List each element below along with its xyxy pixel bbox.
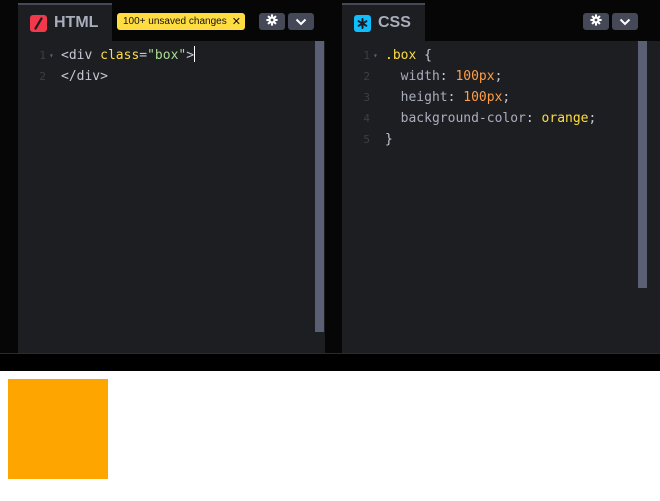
- unsaved-changes-label: 100+ unsaved changes: [123, 16, 227, 27]
- html-scrollbar[interactable]: [315, 41, 324, 332]
- css-code-editor[interactable]: 1 ▾ .box {2 width: 100px; 3 height: 100px; 4…: [342, 45, 660, 150]
- css-scrollbar[interactable]: [638, 41, 647, 288]
- tab-html[interactable]: HTML: [18, 3, 113, 41]
- code-token: class: [100, 48, 140, 63]
- preview-box: [8, 379, 108, 479]
- result-preview: [0, 371, 660, 501]
- code-token: 100px: [455, 69, 495, 84]
- code-token: height: [385, 90, 448, 105]
- code-line[interactable]: 3 height: 100px;: [342, 87, 660, 108]
- html-code-editor[interactable]: 1 ▾ <div class="box"> 2 </div>: [18, 45, 325, 87]
- code-text: </div>: [61, 66, 108, 87]
- code-token: </div>: [61, 69, 108, 84]
- code-line[interactable]: 1 ▾ <div class="box">: [18, 45, 325, 66]
- line-number: 1: [39, 49, 46, 62]
- chevron-down-icon: [619, 13, 631, 31]
- code-line[interactable]: 2 </div>: [18, 66, 325, 87]
- editor-area: HTML 100+ unsaved changes ✕ 1 ▾ <div cla…: [0, 0, 660, 371]
- code-token: {: [416, 48, 432, 63]
- css-panel-title: CSS: [378, 14, 411, 31]
- code-token: orange: [541, 111, 589, 126]
- code-line[interactable]: 2 width: 100px;: [342, 66, 660, 87]
- code-text: }: [385, 129, 393, 150]
- line-number: 5: [363, 133, 370, 146]
- unsaved-changes-badge[interactable]: 100+ unsaved changes ✕: [117, 13, 245, 30]
- gear-icon: [590, 13, 602, 31]
- line-number: 2: [363, 70, 370, 83]
- html-collapse-button[interactable]: [288, 13, 314, 30]
- fold-arrow-icon[interactable]: ▾: [49, 45, 54, 66]
- code-token: <div: [61, 48, 101, 63]
- code-token: }: [385, 132, 393, 147]
- code-token: >: [186, 48, 195, 63]
- code-token: width: [385, 69, 440, 84]
- line-number: 2: [39, 70, 46, 83]
- code-token: =: [139, 48, 148, 63]
- left-edge: [0, 0, 18, 353]
- code-text: .box {: [385, 45, 432, 66]
- css-collapse-button[interactable]: [612, 13, 638, 30]
- gear-icon: [266, 13, 278, 31]
- code-text: <div class="box">: [61, 45, 196, 66]
- close-icon[interactable]: ✕: [232, 16, 241, 27]
- code-text: height: 100px;: [385, 87, 511, 108]
- line-number: 3: [363, 91, 370, 104]
- code-text: background-color: orange;: [385, 108, 597, 129]
- code-token: :: [439, 69, 456, 84]
- code-token: ;: [502, 90, 511, 105]
- code-text: width: 100px;: [385, 66, 503, 87]
- code-token: background-color: [385, 111, 526, 126]
- fold-arrow-icon[interactable]: ▾: [373, 45, 378, 66]
- code-token: 100px: [463, 90, 503, 105]
- code-line[interactable]: 1 ▾ .box {: [342, 45, 660, 66]
- code-line[interactable]: 5}: [342, 129, 660, 150]
- code-line[interactable]: 4 background-color: orange;: [342, 108, 660, 129]
- css-panel-header: CSS: [342, 0, 660, 41]
- code-token: "box": [147, 48, 187, 63]
- html-settings-button[interactable]: [259, 13, 285, 30]
- css-editor-panel: CSS 1 ▾ .box {2 width: 100px; 3 height:…: [342, 0, 660, 353]
- html-panel-header: HTML 100+ unsaved changes ✕: [18, 0, 325, 41]
- html-editor-panel: HTML 100+ unsaved changes ✕ 1 ▾ <div cla…: [18, 0, 325, 353]
- code-token: ;: [588, 111, 597, 126]
- slash-icon: [30, 14, 47, 32]
- html-panel-title: HTML: [54, 14, 99, 31]
- code-token: :: [525, 111, 542, 126]
- line-number: 1: [363, 49, 370, 62]
- css-settings-button[interactable]: [583, 13, 609, 30]
- code-token: ;: [494, 69, 503, 84]
- panel-resizer[interactable]: [325, 0, 342, 353]
- preview-resize-bar[interactable]: [0, 353, 660, 371]
- code-token: .box: [385, 48, 417, 63]
- line-number: 4: [363, 112, 370, 125]
- code-token: :: [447, 90, 464, 105]
- text-caret: [194, 46, 196, 62]
- tab-css[interactable]: CSS: [342, 3, 425, 41]
- asterisk-icon: [354, 14, 371, 32]
- chevron-down-icon: [295, 13, 307, 31]
